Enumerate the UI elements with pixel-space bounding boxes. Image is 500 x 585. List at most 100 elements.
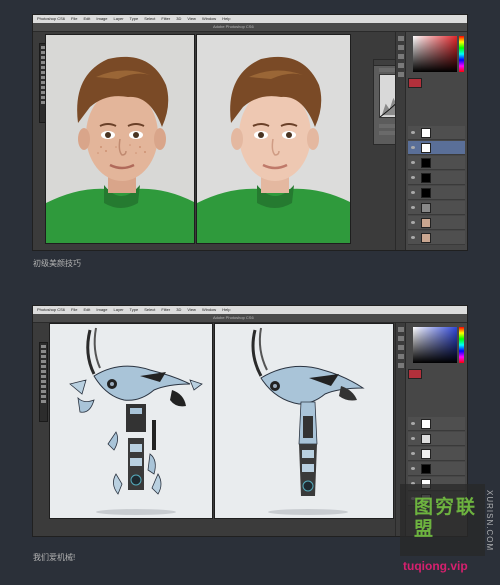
brushes-icon[interactable] (397, 363, 404, 368)
menu-view[interactable]: View (187, 15, 196, 23)
menu-app[interactable]: Photoshop CS6 (37, 306, 65, 314)
move-tool-icon[interactable] (41, 345, 46, 348)
portrait-before-image (46, 35, 194, 243)
menu-file[interactable]: File (71, 15, 77, 23)
marquee-tool-icon[interactable] (41, 350, 46, 353)
options-bar: Adobe Photoshop CS6 (33, 314, 467, 323)
canvas-after[interactable] (196, 34, 351, 244)
brushes-icon[interactable] (397, 72, 404, 77)
eye-icon[interactable] (411, 206, 415, 209)
menu-window[interactable]: Window (202, 306, 216, 314)
canvas-robot-assembled[interactable] (214, 323, 394, 519)
eye-icon[interactable] (411, 221, 415, 224)
caption-retouch: 初级美颜技巧 (33, 259, 81, 268)
adjustment-swatch[interactable] (408, 369, 422, 379)
layer-row[interactable] (408, 462, 465, 476)
portrait-after-image (197, 35, 350, 243)
adjustments-icon[interactable] (397, 54, 404, 59)
layer-mask-thumbnail (421, 464, 431, 474)
menu-3d[interactable]: 3D (176, 306, 181, 314)
eye-icon[interactable] (411, 131, 415, 134)
eye-icon[interactable] (411, 467, 415, 470)
eye-icon[interactable] (411, 176, 415, 179)
menu-select[interactable]: Select (144, 15, 155, 23)
menu-edit[interactable]: Edit (83, 306, 90, 314)
layer-row[interactable] (408, 126, 465, 140)
layer-mask-thumbnail (421, 158, 431, 168)
layer-thumbnail (421, 419, 431, 429)
menu-app[interactable]: Photoshop CS6 (37, 15, 65, 23)
type-tool-icon[interactable] (41, 400, 46, 403)
menu-help[interactable]: Help (222, 15, 230, 23)
crop-tool-icon[interactable] (41, 360, 46, 363)
layer-row[interactable] (408, 171, 465, 185)
menu-filter[interactable]: Filter (161, 306, 170, 314)
menu-layer[interactable]: Layer (114, 306, 124, 314)
eye-icon[interactable] (411, 236, 415, 239)
menu-image[interactable]: Image (96, 15, 107, 23)
eye-icon[interactable] (411, 452, 415, 455)
menu-image[interactable]: Image (96, 306, 107, 314)
menu-type[interactable]: Type (130, 306, 139, 314)
hue-slider[interactable] (459, 36, 464, 72)
lasso-tool-icon[interactable] (41, 355, 46, 358)
layer-row[interactable] (408, 186, 465, 200)
menu-help[interactable]: Help (222, 306, 230, 314)
window-title: Adobe Photoshop CS6 (213, 24, 254, 29)
photo-layer-thumbnail (421, 218, 431, 228)
canvas-robot-parts[interactable] (49, 323, 213, 519)
canvas-before[interactable] (45, 34, 195, 244)
styles-icon[interactable] (397, 354, 404, 359)
healing-tool-icon[interactable] (41, 370, 46, 373)
color-picker-field[interactable] (413, 36, 457, 72)
adjustment-swatch[interactable] (408, 78, 422, 88)
pen-tool-icon[interactable] (41, 395, 46, 398)
color-picker-field[interactable] (413, 327, 457, 363)
styles-icon[interactable] (397, 63, 404, 68)
eraser-tool-icon[interactable] (41, 385, 46, 388)
layer-row[interactable] (408, 231, 465, 245)
eye-icon[interactable] (411, 161, 415, 164)
menu-filter[interactable]: Filter (161, 15, 170, 23)
stamp-tool-icon[interactable] (41, 380, 46, 383)
history-icon[interactable] (397, 36, 404, 41)
eye-icon[interactable] (411, 437, 415, 440)
robot-assembled-image (251, 327, 365, 515)
menu-window[interactable]: Window (202, 15, 216, 23)
photoshop-screenshot-retouch: Photoshop CS6 File Edit Image Layer Type… (32, 14, 468, 251)
menu-edit[interactable]: Edit (83, 15, 90, 23)
robot-parts-image (69, 327, 203, 515)
eyedropper-tool-icon[interactable] (41, 365, 46, 368)
layer-thumbnail (421, 434, 431, 444)
menu-type[interactable]: Type (130, 15, 139, 23)
hue-slider[interactable] (459, 327, 464, 363)
layer-thumbnail (421, 143, 431, 153)
history-icon[interactable] (397, 327, 404, 332)
gradient-tool-icon[interactable] (41, 390, 46, 393)
vertical-watermark: XURISN.COM (485, 490, 494, 552)
right-panels (405, 32, 467, 250)
eye-icon[interactable] (411, 422, 415, 425)
properties-icon[interactable] (397, 45, 404, 50)
properties-icon[interactable] (397, 336, 404, 341)
menu-3d[interactable]: 3D (176, 15, 181, 23)
tools-panel[interactable] (39, 342, 48, 422)
menu-view[interactable]: View (187, 306, 196, 314)
layer-row[interactable] (408, 447, 465, 461)
layer-row[interactable] (408, 201, 465, 215)
layer-row[interactable] (408, 216, 465, 230)
layer-thumbnail (421, 203, 431, 213)
adjustments-icon[interactable] (397, 345, 404, 350)
menu-layer[interactable]: Layer (114, 15, 124, 23)
menu-bar: Photoshop CS6 File Edit Image Layer Type… (33, 15, 467, 23)
layer-row[interactable] (408, 432, 465, 446)
menu-file[interactable]: File (71, 306, 77, 314)
layer-row[interactable] (408, 417, 465, 431)
caption-mechanical: 我们爱机械! (33, 553, 76, 562)
brush-tool-icon[interactable] (41, 375, 46, 378)
eye-icon[interactable] (411, 146, 415, 149)
menu-select[interactable]: Select (144, 306, 155, 314)
eye-icon[interactable] (411, 191, 415, 194)
layer-row[interactable] (408, 156, 465, 170)
layer-row-selected[interactable] (408, 141, 465, 155)
